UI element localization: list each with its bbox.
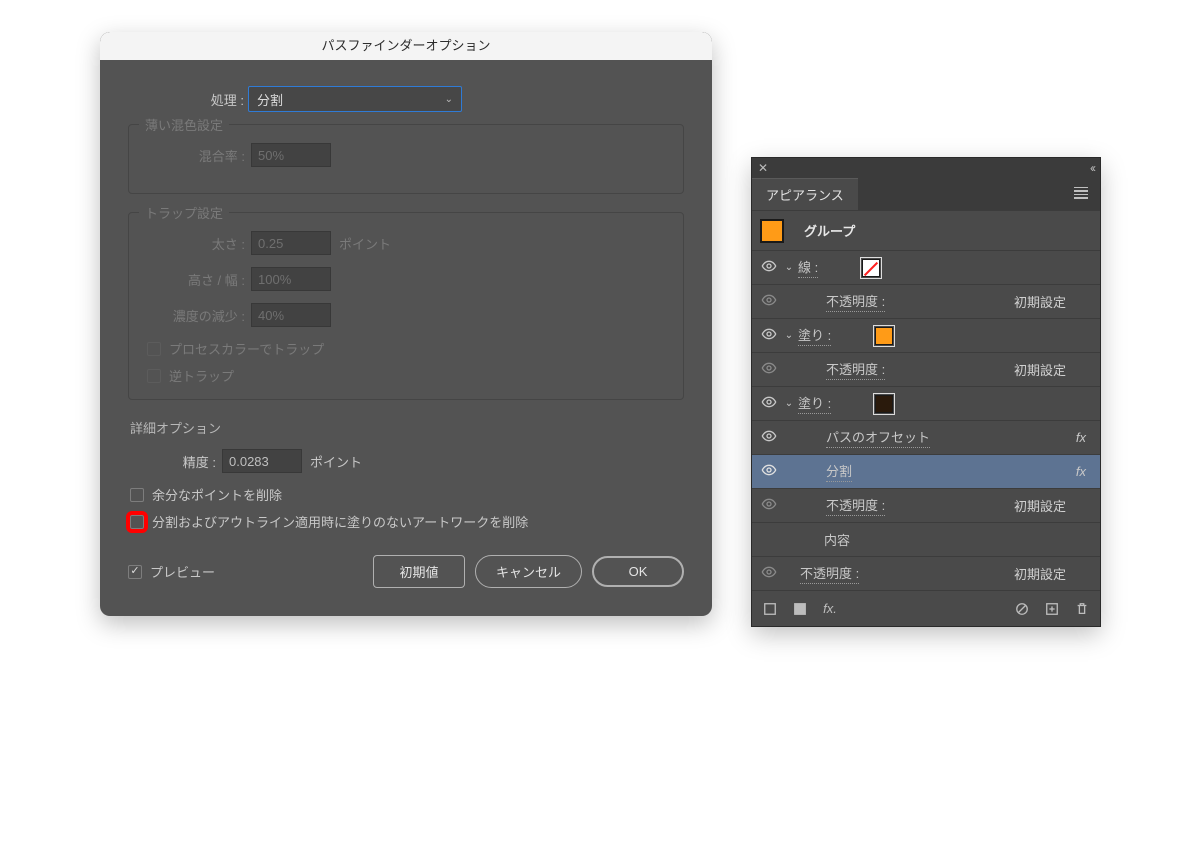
visibility-icon[interactable] (760, 462, 778, 481)
visibility-icon[interactable] (760, 496, 778, 515)
fill-label: 塗り : (798, 393, 831, 414)
process-color-checkbox (147, 342, 161, 356)
precision-input[interactable] (222, 449, 302, 473)
expander-icon[interactable]: ⌄ (782, 398, 796, 409)
soft-mix-fieldset: 薄い混色設定 混合率 : (128, 124, 684, 194)
height-label: 高さ / 幅 : (147, 270, 245, 289)
reverse-trap-checkbox (147, 369, 161, 383)
soft-mix-title: 薄い混色設定 (139, 115, 229, 134)
expander-icon[interactable]: ⌄ (782, 262, 796, 273)
group-label: グループ (804, 221, 855, 240)
duplicate-icon[interactable] (1044, 601, 1060, 617)
opacity-label: 不透明度 : (826, 359, 885, 380)
row-contents[interactable]: 内容 (752, 522, 1100, 556)
row-stroke[interactable]: ⌄ 線 : (752, 250, 1100, 284)
row-divide[interactable]: 分割 fx (752, 454, 1100, 488)
row-object-opacity[interactable]: 不透明度 : 初期設定 (752, 556, 1100, 590)
remove-unfilled-label: 分割およびアウトライン適用時に塗りのないアートワークを削除 (152, 512, 528, 531)
thickness-label: 太さ : (147, 234, 245, 253)
mix-ratio-input (251, 143, 331, 167)
opacity-label: 不透明度 : (826, 495, 885, 516)
visibility-icon[interactable] (760, 394, 778, 413)
row-fill-2-opacity[interactable]: 不透明度 : 初期設定 (752, 488, 1100, 522)
menu-lines-icon (1074, 185, 1088, 201)
fill-swatch-orange[interactable] (875, 327, 893, 345)
offset-path-label: パスのオフセット (826, 427, 930, 448)
opacity-label: 不透明度 : (800, 563, 859, 584)
opacity-value: 初期設定 (1014, 496, 1066, 515)
trash-icon[interactable] (1074, 601, 1090, 617)
thickness-input (251, 231, 331, 255)
divide-label: 分割 (826, 461, 852, 482)
precision-label: 精度 : (130, 452, 216, 471)
new-stroke-icon[interactable] (762, 601, 778, 617)
opacity-value: 初期設定 (1014, 564, 1066, 583)
visibility-icon[interactable] (760, 360, 778, 379)
cancel-button[interactable]: キャンセル (475, 555, 582, 588)
precision-unit: ポイント (310, 452, 362, 471)
appearance-list: グループ ⌄ 線 : 不透明度 : 初期設定 ⌄ 塗り : (752, 210, 1100, 590)
fx-icon[interactable]: fx (1076, 464, 1086, 479)
trap-fieldset: トラップ設定 太さ : ポイント 高さ / 幅 : 濃度の減少 : プロセスカラ… (128, 212, 684, 400)
preview-checkbox[interactable] (128, 565, 142, 579)
contents-label: 内容 (824, 530, 850, 549)
remove-extra-points-label: 余分なポイントを削除 (152, 485, 282, 504)
density-reduce-input (251, 303, 331, 327)
visibility-icon[interactable] (760, 292, 778, 311)
trap-title: トラップ設定 (139, 203, 229, 222)
row-fill-2[interactable]: ⌄ 塗り : (752, 386, 1100, 420)
appearance-panel: ✕ ‹‹ アピアランス グループ ⌄ 線 : 不透明度 : (752, 158, 1100, 626)
height-input (251, 267, 331, 291)
opacity-value: 初期設定 (1014, 292, 1066, 311)
defaults-button[interactable]: 初期値 (373, 555, 465, 588)
collapse-icon[interactable]: ‹‹ (1090, 161, 1094, 175)
operation-label: 処理 : (128, 90, 244, 109)
preview-label: プレビュー (150, 562, 215, 581)
reverse-trap-label: 逆トラップ (169, 366, 234, 385)
ok-button[interactable]: OK (592, 556, 684, 587)
row-stroke-opacity[interactable]: 不透明度 : 初期設定 (752, 284, 1100, 318)
thickness-unit: ポイント (339, 234, 391, 253)
remove-unfilled-checkbox[interactable] (130, 515, 144, 529)
panel-footer: fx. (752, 590, 1100, 626)
remove-extra-points-checkbox[interactable] (130, 488, 144, 502)
new-fill-icon[interactable] (792, 601, 808, 617)
process-color-label: プロセスカラーでトラップ (169, 339, 324, 358)
tab-appearance[interactable]: アピアランス (752, 178, 858, 210)
close-icon[interactable]: ✕ (758, 161, 768, 175)
operation-select[interactable]: 分割 ⌄ (248, 86, 462, 112)
visibility-icon[interactable] (760, 326, 778, 345)
stroke-swatch-none[interactable] (862, 259, 880, 277)
row-group[interactable]: グループ (752, 210, 1100, 250)
panel-topbar: ✕ ‹‹ (752, 158, 1100, 178)
fill-label: 塗り : (798, 325, 831, 346)
fill-swatch-dark[interactable] (875, 395, 893, 413)
advanced-fieldset: 詳細オプション 精度 : ポイント 余分なポイントを削除 分割およびアウトライン… (128, 418, 684, 531)
visibility-icon[interactable] (760, 258, 778, 277)
expander-icon[interactable]: ⌄ (782, 330, 796, 341)
dialog-title: パスファインダーオプション (100, 32, 712, 60)
opacity-value: 初期設定 (1014, 360, 1066, 379)
pathfinder-options-dialog: パスファインダーオプション 処理 : 分割 ⌄ 薄い混色設定 混合率 : トラッ… (100, 32, 712, 616)
clear-icon[interactable] (1014, 601, 1030, 617)
stroke-label: 線 : (798, 257, 818, 278)
visibility-icon[interactable] (760, 428, 778, 447)
group-thumbnail (760, 219, 784, 243)
row-offset-path[interactable]: パスのオフセット fx (752, 420, 1100, 454)
row-fill-1[interactable]: ⌄ 塗り : (752, 318, 1100, 352)
advanced-title: 詳細オプション (130, 418, 682, 437)
density-reduce-label: 濃度の減少 : (147, 306, 245, 325)
row-fill-1-opacity[interactable]: 不透明度 : 初期設定 (752, 352, 1100, 386)
mix-ratio-label: 混合率 : (147, 146, 245, 165)
chevron-down-icon: ⌄ (445, 94, 453, 105)
add-effect-icon[interactable]: fx. (822, 601, 838, 617)
opacity-label: 不透明度 : (826, 291, 885, 312)
panel-menu-icon[interactable] (1070, 181, 1092, 208)
operation-value: 分割 (257, 90, 283, 109)
visibility-icon[interactable] (760, 564, 778, 583)
fx-icon[interactable]: fx (1076, 430, 1086, 445)
panel-tabbar: アピアランス (752, 178, 1100, 210)
